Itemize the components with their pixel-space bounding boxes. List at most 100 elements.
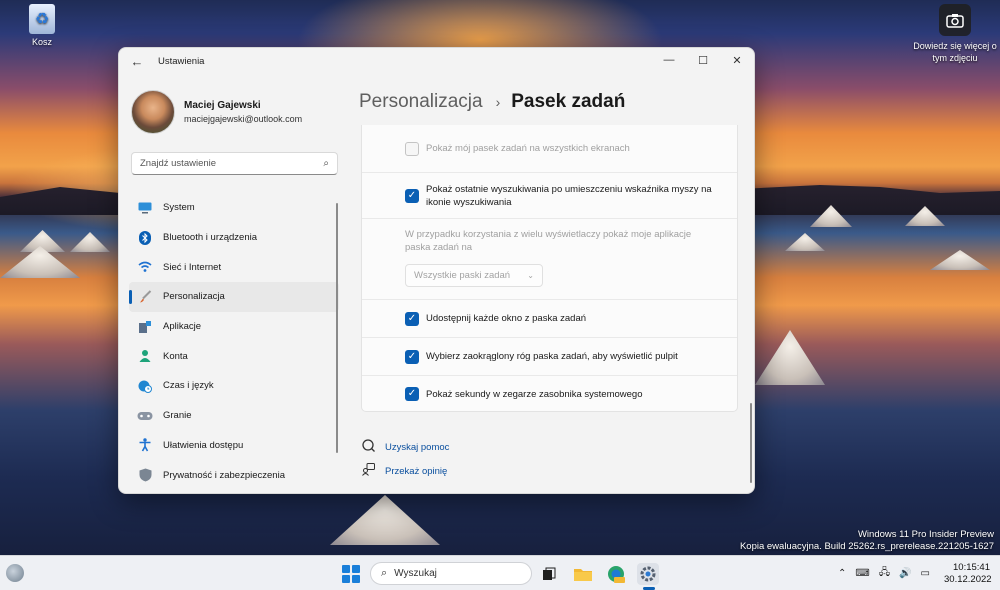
sidebar-item-apps[interactable]: Aplikacje [129, 312, 339, 342]
sidebar-scrollbar[interactable] [336, 203, 338, 453]
apps-icon [137, 319, 153, 335]
search-icon: ⌕ [381, 567, 388, 579]
clock[interactable]: 10:15:41 30.12.2022 [944, 562, 992, 586]
get-help-link[interactable]: Uzyskaj pomoc [361, 439, 449, 455]
setting-label: Udostępnij każde okno z paska zadań [426, 313, 587, 324]
shield-icon [137, 467, 153, 483]
multi-display-text: W przypadku korzystania z wielu wyświetl… [405, 229, 692, 253]
accessibility-icon [137, 437, 153, 453]
recycle-bin-label: Kosz [31, 37, 52, 47]
sidebar-item-bluetooth[interactable]: Bluetooth i urządzenia [129, 223, 339, 253]
windows-logo-icon [342, 565, 350, 573]
taskbar-behaviors-card: Pokaż mój pasek zadań na wszystkich ekra… [361, 125, 738, 412]
sidebar-item-label: Bluetooth i urządzenia [163, 232, 258, 244]
sidebar-item-label: Ułatwienia dostępu [163, 439, 244, 451]
multi-display-dropdown[interactable]: Wszystkie paski zadań ⌄ [405, 264, 543, 287]
dropdown-value: Wszystkie paski zadań [414, 270, 511, 281]
user-email: maciejgajewski@outlook.com [184, 114, 303, 124]
learn-about-picture-button[interactable] [939, 4, 971, 36]
minimize-button[interactable]: — [652, 48, 686, 72]
far-corner-checkbox[interactable]: ✓ [405, 349, 419, 364]
give-feedback-label: Przekaż opinię [385, 465, 448, 477]
setting-label: Pokaż mój pasek zadań na wszystkich ekra… [426, 143, 630, 154]
share-window-checkbox[interactable]: ✓ [405, 311, 419, 326]
setting-label: Pokaż ostatnie wyszukiwania po umieszcze… [426, 183, 712, 208]
avatar [131, 90, 175, 134]
learn-more-label[interactable]: Dowiedz się więcej o tym zdjęciu [905, 40, 1000, 64]
sidebar-item-personalization[interactable]: Personalizacja [129, 282, 339, 312]
salt-mound [70, 232, 110, 252]
edge-icon [608, 566, 625, 583]
volume-icon[interactable]: 🔊 [899, 568, 911, 579]
feedback-icon [361, 463, 375, 479]
salt-mound [0, 246, 80, 278]
recent-searches-checkbox[interactable]: ✓ [405, 188, 419, 203]
task-view-button[interactable] [538, 563, 560, 585]
watermark-build: Kopia ewaluacyjna. Build 25262.rs_prerel… [739, 541, 994, 552]
sidebar-item-time-language[interactable]: Czas i język [129, 371, 339, 401]
salt-mound [930, 250, 990, 270]
breadcrumb: Personalizacja › Pasek zadań [359, 91, 625, 113]
breadcrumb-separator: › [495, 94, 501, 110]
sidebar-item-gaming[interactable]: Granie [129, 401, 339, 431]
folder-icon [574, 569, 592, 581]
taskbar-search-placeholder: Wyszukaj [394, 568, 437, 579]
recycle-bin-icon: ♻ [29, 4, 55, 34]
show-seconds-checkbox[interactable]: ✓ [405, 387, 419, 401]
setting-row-share-window[interactable]: ✓ Udostępnij każde okno z paska zadań [362, 300, 737, 338]
breadcrumb-parent[interactable]: Personalizacja [359, 91, 483, 113]
battery-icon[interactable]: ▭ [920, 568, 929, 579]
get-help-label: Uzyskaj pomoc [385, 441, 450, 453]
sidebar-item-accessibility[interactable]: Ułatwienia dostępu [129, 431, 339, 461]
main-scrollbar[interactable] [750, 403, 752, 483]
title-bar[interactable]: ← Ustawienia — ☐ ✕ [119, 48, 754, 74]
file-explorer-button[interactable] [572, 563, 594, 585]
setting-row-show-seconds[interactable]: ✓ Pokaż sekundy w zegarze zasobnika syst… [362, 376, 737, 412]
monitor-icon [137, 200, 153, 216]
gamepad-icon [137, 408, 153, 424]
sidebar-item-accounts[interactable]: Konta [129, 341, 339, 371]
setting-row-recent-searches[interactable]: ✓ Pokaż ostatnie wyszukiwania po umieszc… [362, 173, 737, 219]
setting-row-far-corner[interactable]: ✓ Wybierz zaokrąglony róg paska zadań, a… [362, 338, 737, 376]
gear-icon [640, 566, 656, 582]
taskbar: ⌕ Wyszukaj ⌃ ⌨ 🖧 🔊 ▭ 10:15:41 30.12.2022 [0, 555, 1000, 590]
sidebar-item-system[interactable]: System [129, 193, 339, 223]
start-button[interactable] [342, 565, 360, 583]
sidebar-item-label: Konta [163, 350, 188, 362]
sidebar-nav: System Bluetooth i urządzenia Sieć i Int… [129, 193, 339, 490]
sidebar-item-privacy[interactable]: Prywatność i zabezpieczenia [129, 460, 339, 490]
widgets-icon[interactable] [6, 564, 24, 582]
user-profile[interactable]: Maciej Gajewski maciejgajewski@outlook.c… [131, 90, 302, 134]
clock-date: 30.12.2022 [944, 574, 992, 585]
edge-can-button[interactable] [605, 563, 627, 585]
salt-mound [330, 495, 440, 545]
brush-icon [137, 289, 153, 305]
settings-window: ← Ustawienia — ☐ ✕ Maciej Gajewski macie… [118, 47, 755, 494]
camera-icon [946, 13, 964, 28]
build-watermark: Windows 11 Pro Insider Preview Kopia ewa… [740, 529, 994, 553]
give-feedback-link[interactable]: Przekaż opinię [361, 463, 447, 479]
sidebar-item-label: Aplikacje [163, 321, 202, 333]
all-displays-checkbox[interactable] [405, 141, 419, 156]
globe-clock-icon [137, 378, 153, 394]
chevron-up-icon[interactable]: ⌃ [838, 568, 846, 579]
close-button[interactable]: ✕ [720, 48, 754, 72]
network-icon[interactable]: 🖧 [879, 565, 890, 582]
chevron-down-icon: ⌄ [527, 271, 534, 280]
sidebar-item-network[interactable]: Sieć i Internet [129, 252, 339, 282]
recycle-bin[interactable]: ♻ Kosz [22, 4, 62, 47]
sidebar-item-label: System [163, 202, 195, 214]
keyboard-icon[interactable]: ⌨ [855, 568, 869, 579]
clock-time: 10:15:41 [953, 562, 990, 573]
system-tray: ⌃ ⌨ 🖧 🔊 ▭ [838, 556, 939, 590]
settings-search-input[interactable]: Znajdź ustawienie ⌕ [131, 152, 338, 175]
salt-mound [755, 330, 825, 385]
maximize-button[interactable]: ☐ [686, 48, 720, 72]
setting-row-all-displays[interactable]: Pokaż mój pasek zadań na wszystkich ekra… [362, 125, 737, 173]
page-title: Pasek zadań [511, 91, 626, 112]
settings-taskbar-button[interactable] [637, 563, 659, 585]
sidebar-item-label: Personalizacja [163, 291, 225, 303]
back-arrow-icon: ← [130, 53, 144, 69]
back-button[interactable]: ← [122, 48, 152, 74]
taskbar-search[interactable]: ⌕ Wyszukaj [370, 562, 532, 585]
